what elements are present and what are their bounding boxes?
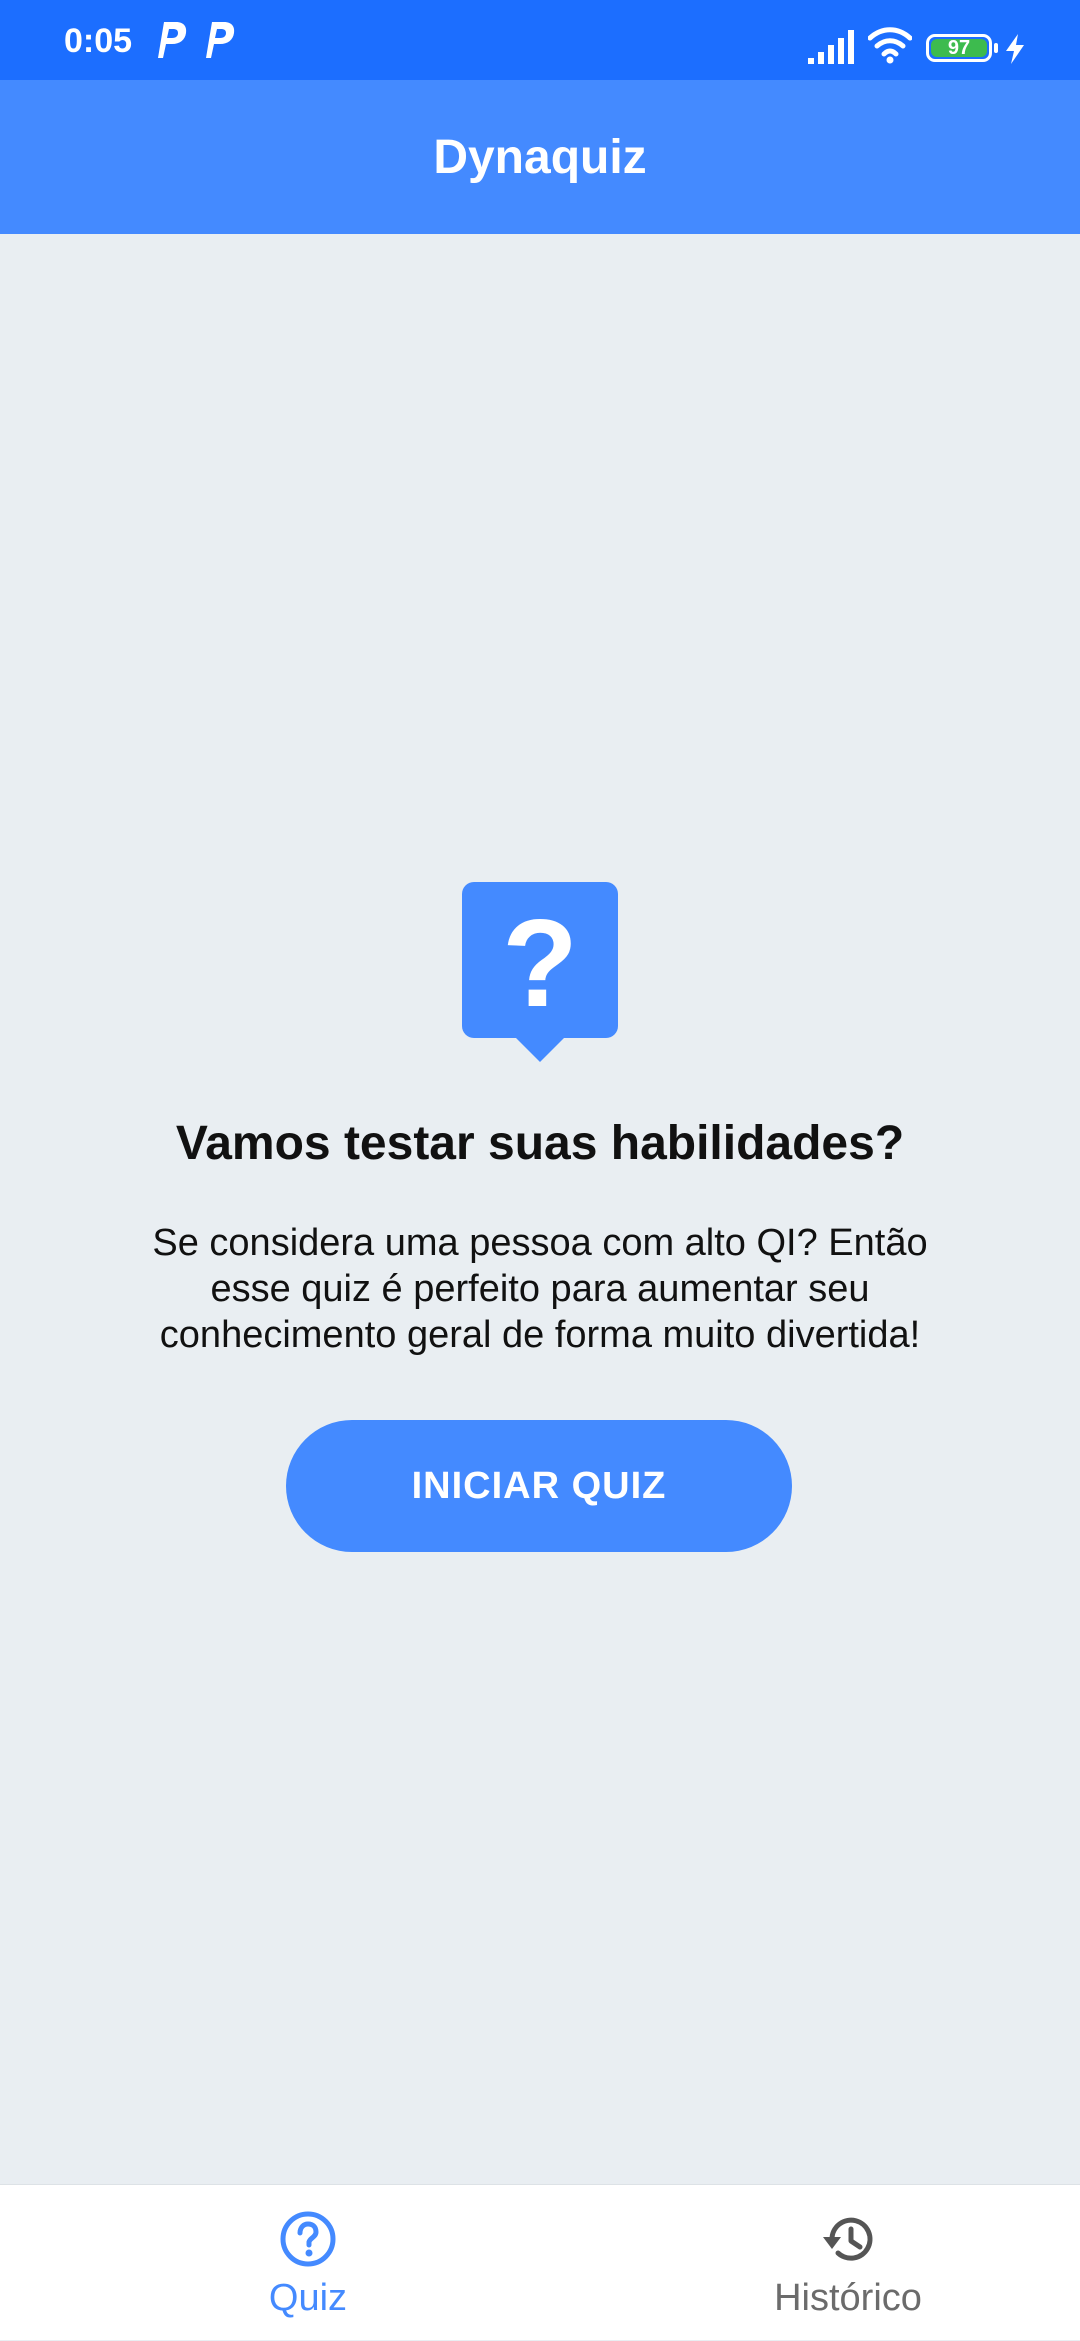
nav-item-history[interactable]: Histórico: [616, 2185, 1080, 2341]
battery-level: 97: [931, 38, 987, 58]
charging-icon: [1006, 34, 1024, 64]
bottom-navigation: Quiz Histórico: [0, 2184, 1080, 2340]
description: Se considera uma pessoa com alto QI? Ent…: [152, 1222, 928, 1356]
nav-label-quiz: Quiz: [268, 2277, 348, 2319]
battery-icon: 97: [926, 34, 992, 62]
battery-tip: [994, 43, 998, 53]
main-content: [0, 234, 1080, 2184]
wifi-icon: [868, 27, 912, 64]
headline: Vamos testar suas habilidades?: [175, 1117, 905, 1170]
history-icon: [823, 2217, 873, 2261]
app-title: Dynaquiz: [433, 130, 647, 184]
question-speech-bubble-icon: ?: [462, 882, 618, 1062]
start-quiz-button[interactable]: INICIAR QUIZ: [286, 1420, 792, 1552]
status-time: 0:05: [64, 22, 133, 60]
help-circle-icon: [280, 2211, 336, 2267]
status-bar: 0:05 97: [0, 0, 1080, 80]
signal-icon: [808, 30, 854, 64]
app-bar: Dynaquiz: [0, 80, 1080, 234]
svg-text:?: ?: [502, 895, 578, 1033]
parking-icon: [158, 22, 187, 58]
parking-icon: [206, 22, 235, 58]
nav-label-history: Histórico: [774, 2277, 922, 2319]
nav-item-quiz[interactable]: Quiz: [0, 2185, 616, 2341]
